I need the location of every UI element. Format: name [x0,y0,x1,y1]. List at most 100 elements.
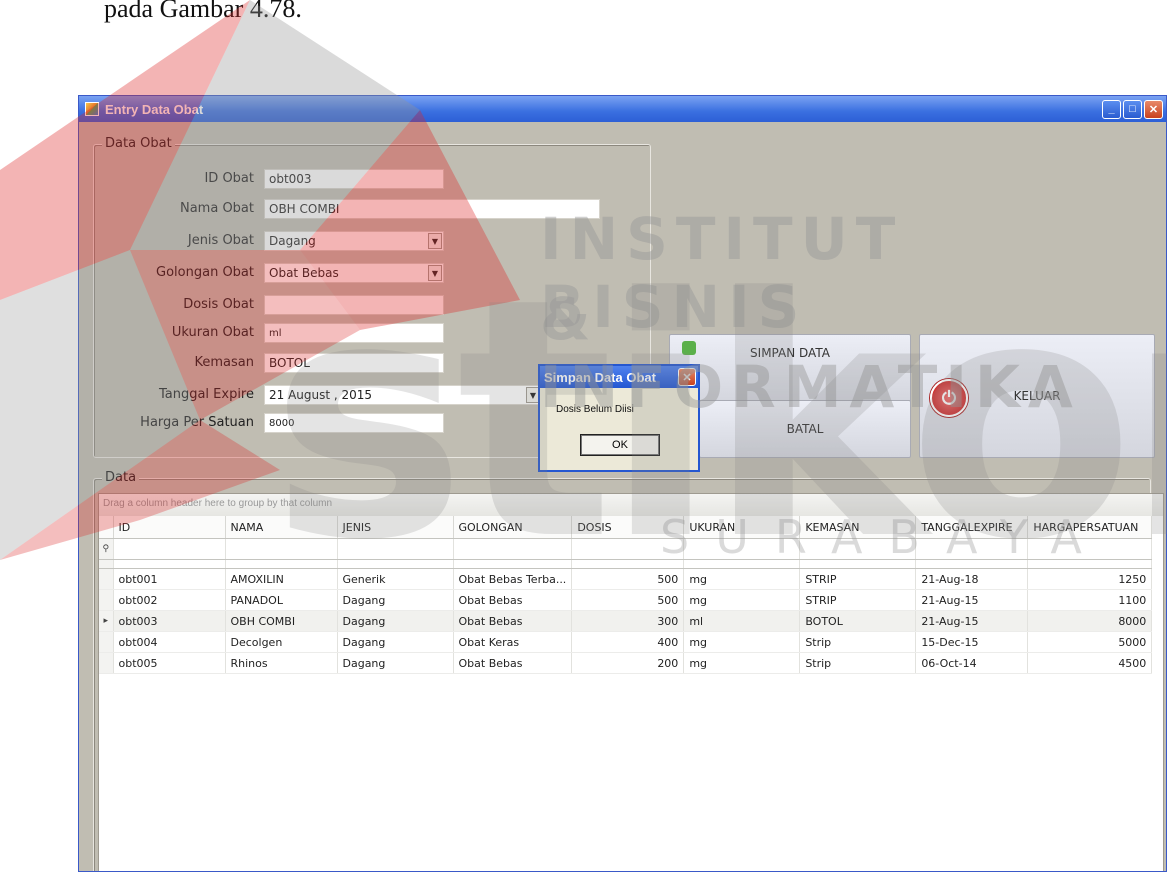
filter-cell[interactable] [571,538,685,560]
table-cell-nama[interactable]: Rhinos [225,652,338,674]
table-cell-kemasan[interactable]: Strip [799,631,917,653]
table-cell-ukuran[interactable]: mg [683,631,801,653]
filter-cell[interactable] [225,538,338,560]
maximize-button[interactable]: □ [1123,99,1142,119]
simpan-data-button[interactable]: SIMPAN DATA [669,334,911,402]
row-indicator-header [99,516,114,539]
table-cell-dosis[interactable]: 500 [571,589,685,611]
column-header-dosis[interactable]: DOSIS [571,516,685,539]
table-cell-ukuran[interactable]: ml [683,610,801,632]
column-header-golongan[interactable]: GOLONGAN [453,516,573,539]
chevron-down-icon[interactable]: ▼ [428,265,442,281]
table-cell-tanggalexpire[interactable]: 15-Dec-15 [915,631,1029,653]
table-row[interactable]: obt004 Decolgen Dagang Obat Keras 400 mg Strip… [99,631,1153,653]
minimize-button[interactable]: _ [1102,99,1121,119]
batal-button[interactable]: BATAL [699,400,911,458]
column-header-kemasan[interactable]: KEMASAN [799,516,917,539]
title-bar[interactable]: Entry Data Obat _ □ ✕ [79,96,1166,122]
table-cell-nama[interactable]: AMOXILIN [225,568,338,590]
dialog-title-bar[interactable]: Simpan Data Obat ✕ [540,366,698,388]
current-row-indicator-icon[interactable]: ▸ [99,610,114,632]
table-cell-jenis[interactable]: Generik [337,568,454,590]
filter-cell[interactable] [113,538,226,560]
row-indicator[interactable] [99,589,114,611]
close-button[interactable]: ✕ [1144,99,1163,119]
table-cell-nama[interactable]: OBH COMBI [225,610,338,632]
table-cell-id[interactable]: obt005 [113,652,226,674]
table-cell-ukuran[interactable]: mg [683,589,801,611]
table-cell-id[interactable]: obt001 [113,568,226,590]
table-cell-kemasan[interactable]: STRIP [799,568,917,590]
table-row[interactable]: obt005 Rhinos Dagang Obat Bebas 200 mg Strip 06… [99,652,1153,674]
filter-cell[interactable] [799,538,917,560]
table-cell-jenis[interactable]: Dagang [337,610,454,632]
id-obat-input[interactable]: obt003 [264,169,444,189]
table-cell-golongan[interactable]: Obat Bebas [453,610,573,632]
ukuran-obat-input[interactable]: ml [264,323,444,343]
row-indicator[interactable] [99,652,114,674]
table-cell-golongan[interactable]: Obat Bebas [453,652,573,674]
table-cell-hargapersatuan[interactable]: 5000 [1027,631,1153,653]
table-row[interactable]: ▸ obt003 OBH COMBI Dagang Obat Bebas 300 ml BOT… [99,610,1153,632]
table-row[interactable]: obt001 AMOXILIN Generik Obat Bebas Terba...… [99,568,1153,590]
document-caption: pada Gambar 4.78. [104,0,302,23]
table-cell-golongan[interactable]: Obat Keras [453,631,573,653]
golongan-obat-select[interactable]: Obat Bebas ▼ [264,263,444,283]
group-by-panel[interactable]: Drag a column header here to group by th… [99,494,1163,516]
table-cell-id[interactable]: obt004 [113,631,226,653]
kemasan-input[interactable]: BOTOL [264,353,444,373]
tanggal-expire-picker[interactable]: 21 August , 2015 ▼ [264,385,542,405]
row-indicator[interactable] [99,631,114,653]
table-cell-tanggalexpire[interactable]: 21-Aug-15 [915,610,1029,632]
ok-button[interactable]: OK [580,434,660,456]
filter-cell[interactable] [683,538,801,560]
column-header-ukuran[interactable]: UKURAN [683,516,801,539]
table-cell-tanggalexpire[interactable]: 21-Aug-15 [915,589,1029,611]
column-header-id[interactable]: ID [113,516,226,539]
filter-cell[interactable] [337,538,454,560]
table-cell-kemasan[interactable]: Strip [799,652,917,674]
filter-cell[interactable] [1027,538,1153,560]
table-cell-hargapersatuan[interactable]: 4500 [1027,652,1153,674]
table-cell-id[interactable]: obt003 [113,610,226,632]
table-cell-nama[interactable]: PANADOL [225,589,338,611]
table-cell-id[interactable]: obt002 [113,589,226,611]
table-cell-nama[interactable]: Decolgen [225,631,338,653]
table-cell-kemasan[interactable]: STRIP [799,589,917,611]
nama-obat-label: Nama Obat [179,201,254,216]
table-cell-ukuran[interactable]: mg [683,652,801,674]
chevron-down-icon[interactable]: ▼ [428,233,442,249]
table-row[interactable]: obt002 PANADOL Dagang Obat Bebas 500 mg STRIP 2… [99,589,1153,611]
table-cell-tanggalexpire[interactable]: 06-Oct-14 [915,652,1029,674]
table-cell-dosis[interactable]: 200 [571,652,685,674]
data-grid[interactable]: Drag a column header here to group by th… [98,493,1164,871]
harga-per-satuan-input[interactable]: 8000 [264,413,444,433]
table-cell-tanggalexpire[interactable]: 21-Aug-18 [915,568,1029,590]
keluar-button[interactable]: ⏻ KELUAR [919,334,1155,458]
column-header-hargapersatuan[interactable]: HARGAPERSATUAN [1027,516,1153,539]
table-cell-kemasan[interactable]: BOTOL [799,610,917,632]
filter-cell[interactable] [453,538,573,560]
table-cell-hargapersatuan[interactable]: 1250 [1027,568,1153,590]
table-cell-dosis[interactable]: 400 [571,631,685,653]
filter-row[interactable]: ⚲ [99,538,1153,560]
dialog-close-button[interactable]: ✕ [678,368,696,386]
jenis-obat-select[interactable]: Dagang ▼ [264,231,444,251]
dosis-obat-input[interactable] [264,295,444,315]
nama-obat-input[interactable]: OBH COMBI [264,199,600,219]
table-cell-jenis[interactable]: Dagang [337,652,454,674]
table-cell-ukuran[interactable]: mg [683,568,801,590]
table-cell-jenis[interactable]: Dagang [337,631,454,653]
table-cell-hargapersatuan[interactable]: 8000 [1027,610,1153,632]
row-indicator[interactable] [99,568,114,590]
column-header-jenis[interactable]: JENIS [337,516,454,539]
table-cell-golongan[interactable]: Obat Bebas [453,589,573,611]
column-header-tanggalexpire[interactable]: TANGGALEXPIRE [915,516,1029,539]
table-cell-hargapersatuan[interactable]: 1100 [1027,589,1153,611]
table-cell-dosis[interactable]: 500 [571,568,685,590]
table-cell-golongan[interactable]: Obat Bebas Terba... [453,568,573,590]
table-cell-dosis[interactable]: 300 [571,610,685,632]
filter-cell[interactable] [915,538,1029,560]
column-header-nama[interactable]: NAMA [225,516,338,539]
table-cell-jenis[interactable]: Dagang [337,589,454,611]
